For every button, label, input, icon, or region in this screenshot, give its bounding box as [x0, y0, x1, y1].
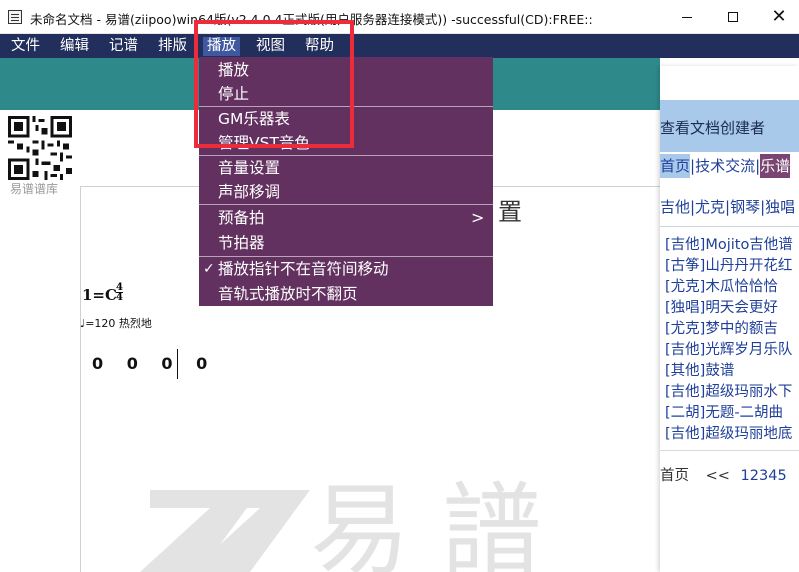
pager-prev[interactable]: <<: [706, 468, 730, 484]
app-document-icon: [8, 10, 22, 24]
score-link[interactable]: [吉他]Mojito吉他谱: [665, 235, 793, 256]
maximize-icon: [728, 12, 738, 22]
ziipoo-watermark-logo: 易 譜: [140, 472, 542, 572]
score-link[interactable]: [尤克]木瓜恰恰恰: [665, 277, 793, 298]
app-window: 未命名文档 - 易谱(ziipoo)win64版(v2.4.0.4正式版(用户服…: [0, 0, 799, 572]
measure-notes[interactable]: 0 0 0 0: [92, 354, 216, 373]
score-link[interactable]: [二胡]无题-二胡曲: [665, 403, 793, 424]
creator-banner: 查看文档创建者: [660, 100, 799, 152]
submenu-arrow-icon: >: [471, 208, 485, 227]
title-bar: 未命名文档 - 易谱(ziipoo)win64版(v2.4.0.4正式版(用户服…: [0, 0, 799, 34]
score-title[interactable]: 置: [498, 192, 522, 227]
menu-item-transpose[interactable]: 声部移调: [199, 180, 493, 204]
menu-edit[interactable]: 编辑: [56, 37, 93, 56]
menu-item-no-page-turn[interactable]: 音轨式播放时不翻页: [199, 282, 493, 306]
close-button[interactable]: ✕: [756, 0, 799, 34]
pager: 首页 << 12345: [660, 464, 787, 485]
menu-notation[interactable]: 记谱: [105, 37, 142, 56]
score-link[interactable]: [古筝]山丹丹开花红: [665, 256, 793, 277]
score-link[interactable]: [独唱]明天会更好: [665, 298, 793, 319]
divider: [660, 450, 799, 451]
menu-item-pointer-no-move[interactable]: ✓ 播放指针不在音符间移动: [199, 257, 493, 281]
menu-layout[interactable]: 排版: [154, 37, 191, 56]
menu-item-volume[interactable]: 音量设置: [199, 156, 493, 180]
score-list: [吉他]Mojito吉他谱 [古筝]山丹丹开花红 [尤克]木瓜恰恰恰 [独唱]明…: [665, 235, 793, 445]
nav-home-link[interactable]: 首页: [660, 154, 691, 178]
time-sig-top: 4: [116, 282, 123, 293]
nav-tech-link[interactable]: 技术交流: [695, 154, 755, 178]
pager-page[interactable]: 1: [741, 468, 750, 484]
minimize-icon: [682, 16, 692, 18]
divider: [660, 226, 799, 227]
menu-file[interactable]: 文件: [7, 37, 44, 56]
menu-item-count-in[interactable]: 预备拍 >: [199, 206, 493, 230]
menu-separator: [199, 204, 493, 205]
library-caption: 易谱谱库: [10, 182, 59, 196]
score-link[interactable]: [其他]鼓谱: [665, 361, 793, 382]
maximize-button[interactable]: [710, 0, 756, 34]
watermark-text: 易 譜: [310, 472, 542, 572]
checkmark-icon: ✓: [203, 261, 215, 277]
close-icon: ✕: [771, 6, 787, 27]
pager-page[interactable]: 3: [759, 468, 768, 484]
time-signature[interactable]: 4 4: [116, 282, 123, 303]
pager-page[interactable]: 5: [777, 468, 786, 484]
score-link[interactable]: [吉他]超级玛丽水下: [665, 382, 793, 403]
view-creator-link[interactable]: 查看文档创建者: [660, 117, 765, 138]
key-signature[interactable]: 1=C: [82, 286, 117, 304]
nav-score-link[interactable]: 乐谱: [760, 154, 791, 178]
red-highlight-box: [194, 20, 354, 148]
menu-item-metronome[interactable]: 节拍器: [199, 231, 493, 255]
category-links[interactable]: 吉他|尤克|钢琴|独唱: [660, 196, 795, 217]
score-link[interactable]: [吉他]光辉岁月乐队: [665, 340, 793, 361]
tempo-marking[interactable]: ♩=120 热烈地: [80, 315, 152, 331]
time-sig-bottom: 4: [116, 292, 123, 303]
minimize-button[interactable]: [664, 0, 710, 34]
pager-page[interactable]: 2: [750, 468, 759, 484]
score-link[interactable]: [吉他]超级玛丽地底: [665, 424, 793, 445]
right-nav: 首页|技术交流|乐谱: [660, 154, 791, 178]
score-link[interactable]: [尤克]梦中的额吉: [665, 319, 793, 340]
menu-bar: 文件 编辑 记谱 排版 播放 视图 帮助: [0, 34, 799, 58]
barline: [177, 349, 178, 379]
pager-first[interactable]: 首页: [660, 468, 689, 484]
qr-code-icon[interactable]: [8, 116, 72, 180]
